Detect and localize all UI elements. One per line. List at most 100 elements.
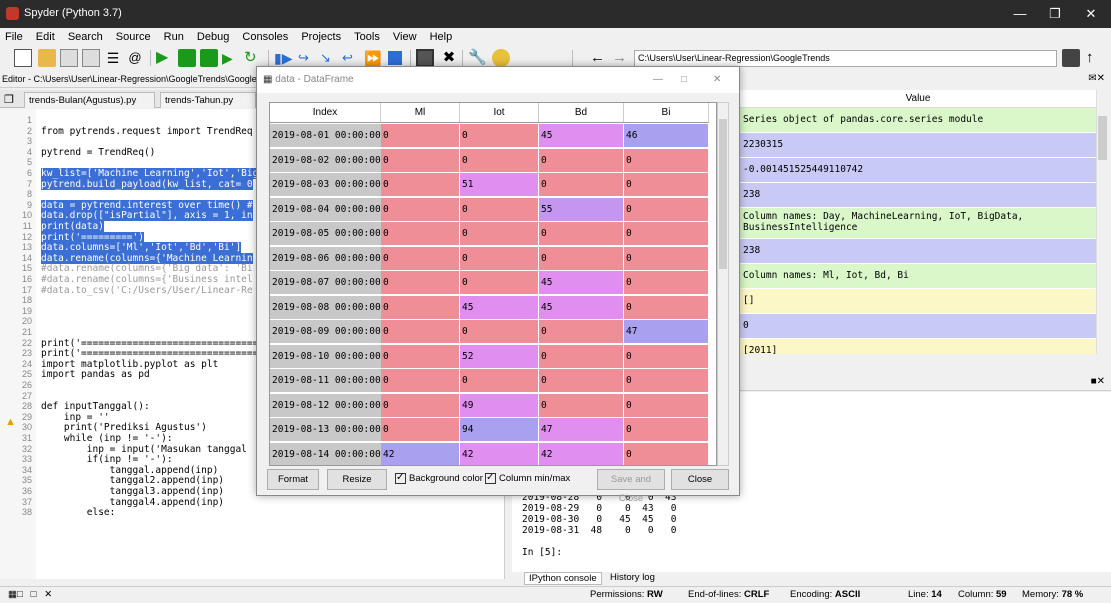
data-cell[interactable]: 94 bbox=[460, 418, 539, 442]
console-options-icon[interactable]: ■✕ bbox=[1091, 376, 1105, 387]
row-index[interactable]: 2019-08-10 00:00:00 bbox=[270, 344, 381, 369]
row-index[interactable]: 2019-08-05 00:00:00 bbox=[270, 222, 381, 246]
step-return-icon[interactable]: ↩ bbox=[342, 49, 360, 67]
data-cell[interactable]: 0 bbox=[539, 344, 624, 369]
data-cell[interactable]: 47 bbox=[624, 320, 709, 344]
data-cell[interactable]: 0 bbox=[539, 393, 624, 418]
data-cell[interactable]: 42 bbox=[539, 442, 624, 465]
run-icon[interactable]: ▶ bbox=[156, 49, 174, 67]
tab-trends-bulan[interactable]: trends-Bulan(Agustus).py bbox=[24, 92, 155, 108]
rerun-icon[interactable]: ↻ bbox=[244, 49, 262, 67]
restore-button[interactable]: ❐ bbox=[1040, 4, 1070, 24]
data-cell[interactable]: 0 bbox=[624, 197, 709, 222]
menu-debug[interactable]: Debug bbox=[197, 31, 229, 43]
dataframe-scrollbar[interactable] bbox=[717, 102, 729, 466]
menu-consoles[interactable]: Consoles bbox=[242, 31, 288, 43]
save-icon[interactable] bbox=[60, 49, 78, 67]
data-cell[interactable]: 55 bbox=[539, 197, 624, 222]
at-icon[interactable]: @ bbox=[126, 49, 144, 67]
menu-help[interactable]: Help bbox=[430, 31, 453, 43]
variables-scrollbar[interactable] bbox=[1096, 90, 1108, 354]
data-cell[interactable]: 0 bbox=[624, 271, 709, 295]
data-cell[interactable]: 0 bbox=[460, 246, 539, 271]
variable-row[interactable]: 2230315 bbox=[740, 133, 1096, 157]
variable-row[interactable]: [2011] bbox=[740, 339, 1096, 354]
data-cell[interactable]: 0 bbox=[381, 246, 460, 271]
maximize-pane-icon[interactable] bbox=[416, 49, 434, 67]
data-cell[interactable]: 0 bbox=[381, 197, 460, 222]
close-button[interactable]: Close bbox=[671, 469, 729, 490]
working-directory-input[interactable]: C:\Users\User\Linear-Regression\GoogleTr… bbox=[634, 50, 1057, 67]
row-index[interactable]: 2019-08-03 00:00:00 bbox=[270, 173, 381, 197]
variable-row[interactable]: [] bbox=[740, 289, 1096, 313]
data-cell[interactable]: 0 bbox=[460, 369, 539, 393]
parent-directory-icon[interactable]: ↑ bbox=[1086, 49, 1104, 67]
menu-projects[interactable]: Projects bbox=[301, 31, 341, 43]
data-cell[interactable]: 0 bbox=[539, 369, 624, 393]
variable-row[interactable]: Column names: Day, MachineLearning, IoT,… bbox=[740, 208, 1096, 238]
data-cell[interactable]: 0 bbox=[460, 124, 539, 148]
menu-view[interactable]: View bbox=[393, 31, 417, 43]
fullscreen-icon[interactable]: ✖ bbox=[440, 49, 458, 67]
column-header[interactable]: Bi bbox=[624, 103, 709, 123]
data-cell[interactable]: 0 bbox=[539, 173, 624, 197]
new-file-icon[interactable] bbox=[14, 49, 32, 67]
menu-search[interactable]: Search bbox=[68, 31, 103, 43]
data-cell[interactable]: 45 bbox=[539, 124, 624, 148]
data-cell[interactable]: 0 bbox=[381, 124, 460, 148]
back-arrow-icon[interactable]: ← bbox=[590, 49, 608, 67]
close-window-button[interactable]: ✕ bbox=[1076, 4, 1106, 24]
data-cell[interactable]: 51 bbox=[460, 173, 539, 197]
data-cell[interactable]: 45 bbox=[460, 295, 539, 320]
data-cell[interactable]: 0 bbox=[381, 222, 460, 246]
data-cell[interactable]: 0 bbox=[381, 295, 460, 320]
list-icon[interactable]: ☰ bbox=[104, 49, 122, 67]
data-cell[interactable]: 0 bbox=[624, 344, 709, 369]
minimize-button[interactable]: — bbox=[1005, 4, 1035, 24]
run-selection-icon[interactable]: ▶ bbox=[222, 49, 240, 67]
data-cell[interactable]: 0 bbox=[381, 369, 460, 393]
continue-icon[interactable]: ⏩ bbox=[364, 49, 382, 67]
python-path-icon[interactable] bbox=[492, 49, 510, 67]
data-cell[interactable]: 0 bbox=[624, 148, 709, 173]
browse-folder-icon[interactable] bbox=[1062, 49, 1080, 67]
data-cell[interactable]: 0 bbox=[539, 246, 624, 271]
data-cell[interactable]: 45 bbox=[539, 271, 624, 295]
data-cell[interactable]: 0 bbox=[381, 344, 460, 369]
variable-row[interactable]: Column names: Ml, Iot, Bd, Bi bbox=[740, 264, 1096, 288]
save-all-icon[interactable] bbox=[82, 49, 100, 67]
data-cell[interactable]: 0 bbox=[624, 173, 709, 197]
row-index[interactable]: 2019-08-07 00:00:00 bbox=[270, 271, 381, 295]
dialog-maximize-button[interactable]: □ bbox=[681, 67, 687, 93]
wrench-icon[interactable]: 🔧 bbox=[468, 49, 487, 67]
data-cell[interactable]: 0 bbox=[381, 393, 460, 418]
row-index[interactable]: 2019-08-13 00:00:00 bbox=[270, 418, 381, 442]
variable-row[interactable]: 0 bbox=[740, 314, 1096, 338]
run-cell-icon[interactable] bbox=[178, 49, 196, 67]
variable-row[interactable]: -0.001451525449110742 bbox=[740, 158, 1096, 182]
row-index[interactable]: 2019-08-09 00:00:00 bbox=[270, 320, 381, 344]
resize-button[interactable]: Resize bbox=[327, 469, 387, 490]
column-header[interactable]: Index bbox=[270, 103, 381, 123]
data-cell[interactable]: 0 bbox=[624, 442, 709, 465]
pane-options-icon[interactable]: ✉✕ bbox=[1088, 73, 1105, 84]
save-and-close-button[interactable]: Save and Close bbox=[597, 469, 665, 504]
column-header[interactable]: Iot bbox=[460, 103, 539, 123]
tab-ipython-console[interactable]: IPython console bbox=[524, 572, 602, 585]
data-cell[interactable]: 0 bbox=[539, 148, 624, 173]
forward-arrow-icon[interactable]: → bbox=[612, 49, 630, 67]
open-folder-icon[interactable] bbox=[38, 49, 56, 67]
data-cell[interactable]: 49 bbox=[460, 393, 539, 418]
variable-row[interactable]: Series object of pandas.core.series modu… bbox=[740, 108, 1096, 132]
data-cell[interactable]: 0 bbox=[381, 271, 460, 295]
row-index[interactable]: 2019-08-02 00:00:00 bbox=[270, 148, 381, 173]
data-cell[interactable]: 0 bbox=[624, 393, 709, 418]
step-into-icon[interactable]: ↘ bbox=[320, 49, 338, 67]
data-cell[interactable]: 0 bbox=[460, 222, 539, 246]
row-index[interactable]: 2019-08-11 00:00:00 bbox=[270, 369, 381, 393]
menu-run[interactable]: Run bbox=[164, 31, 184, 43]
data-cell[interactable]: 0 bbox=[381, 418, 460, 442]
row-index[interactable]: 2019-08-12 00:00:00 bbox=[270, 393, 381, 418]
data-cell[interactable]: 0 bbox=[624, 222, 709, 246]
data-cell[interactable]: 0 bbox=[624, 246, 709, 271]
